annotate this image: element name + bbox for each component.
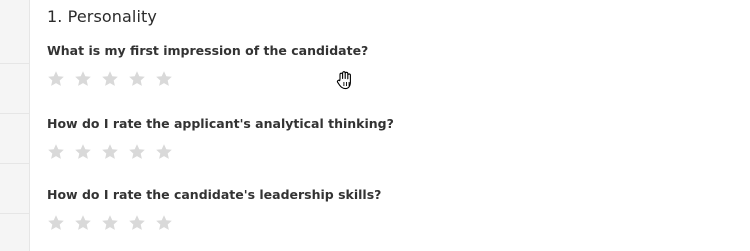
star-icon[interactable]	[101, 214, 119, 232]
star-icon[interactable]	[128, 214, 146, 232]
star-icon[interactable]	[47, 143, 65, 161]
hand-cursor-icon	[336, 70, 354, 90]
rating-analytical-thinking[interactable]	[47, 143, 182, 161]
rating-leadership-skills[interactable]	[47, 214, 182, 232]
left-pane-divider	[0, 213, 29, 214]
star-icon[interactable]	[155, 143, 173, 161]
star-icon[interactable]	[74, 214, 92, 232]
star-icon[interactable]	[101, 70, 119, 88]
star-icon[interactable]	[47, 214, 65, 232]
star-icon[interactable]	[128, 70, 146, 88]
star-icon[interactable]	[74, 143, 92, 161]
section-title: 1. Personality	[47, 7, 157, 26]
question-analytical-thinking: How do I rate the applicant's analytical…	[47, 116, 394, 131]
left-pane-divider	[0, 63, 29, 64]
evaluation-card: 1. Personality What is my first impressi…	[29, 0, 750, 251]
star-icon[interactable]	[101, 143, 119, 161]
star-icon[interactable]	[155, 70, 173, 88]
left-pane-divider	[0, 113, 29, 114]
star-icon[interactable]	[74, 70, 92, 88]
star-icon[interactable]	[128, 143, 146, 161]
star-icon[interactable]	[155, 214, 173, 232]
rating-first-impression[interactable]	[47, 70, 182, 88]
star-icon[interactable]	[47, 70, 65, 88]
question-leadership-skills: How do I rate the candidate's leadership…	[47, 187, 382, 202]
left-pane-divider	[0, 163, 29, 164]
question-first-impression: What is my first impression of the candi…	[47, 43, 369, 58]
left-pane	[0, 0, 29, 251]
